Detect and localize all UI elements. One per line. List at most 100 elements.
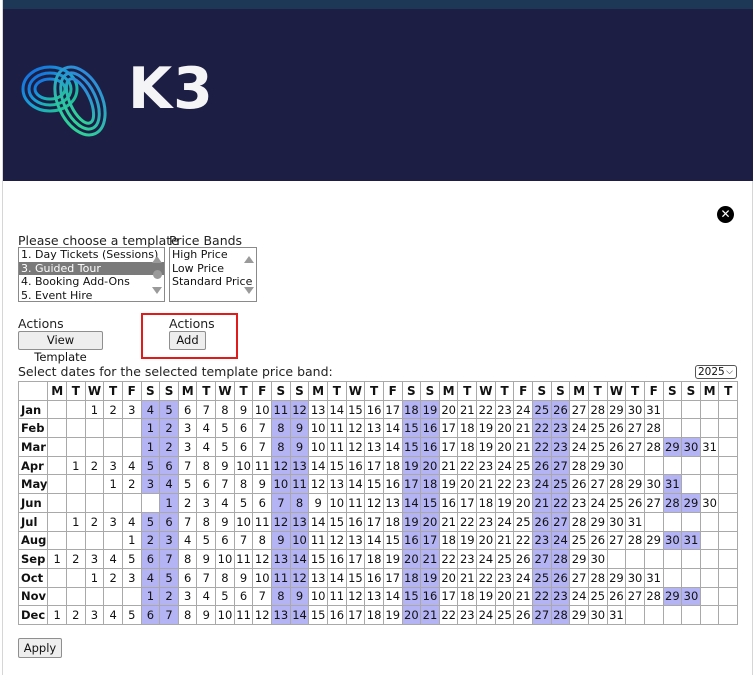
day-cell[interactable]: 20	[401, 605, 422, 625]
day-cell[interactable]: 8	[196, 455, 217, 476]
day-cell[interactable]: 9	[308, 493, 328, 513]
day-cell[interactable]: 22	[532, 586, 552, 607]
day-cell[interactable]: 29	[681, 493, 701, 513]
day-cell[interactable]: 12	[345, 586, 366, 607]
day-cell[interactable]: 23	[494, 567, 515, 588]
day-cell[interactable]: 18	[457, 437, 478, 457]
day-cell[interactable]: 7	[196, 567, 217, 588]
day-cell[interactable]: 11	[345, 493, 366, 513]
day-cell[interactable]: 20	[494, 437, 515, 457]
day-cell[interactable]: 19	[476, 418, 496, 439]
day-cell[interactable]: 21	[420, 549, 440, 569]
day-cell[interactable]: 5	[196, 530, 217, 551]
day-cell[interactable]: 14	[289, 605, 310, 625]
day-cell[interactable]: 26	[513, 549, 534, 569]
scroll-up-icon[interactable]	[152, 256, 162, 263]
day-cell[interactable]: 19	[457, 530, 478, 551]
view-template-button[interactable]: View Template	[18, 331, 103, 364]
day-cell[interactable]: 31	[681, 530, 701, 551]
day-cell[interactable]: 12	[289, 399, 310, 420]
day-cell[interactable]: 22	[457, 511, 478, 532]
day-cell[interactable]: 26	[550, 399, 571, 420]
day-cell[interactable]: 8	[196, 511, 217, 532]
day-cell[interactable]: 27	[532, 549, 552, 569]
day-cell[interactable]: 16	[382, 474, 403, 495]
day-cell[interactable]: 30	[606, 455, 627, 476]
day-cell[interactable]: 1	[121, 530, 142, 551]
day-cell[interactable]: 22	[532, 437, 552, 457]
day-cell[interactable]: 3	[84, 605, 105, 625]
day-cell[interactable]: 11	[233, 605, 254, 625]
day-cell[interactable]: 30	[681, 437, 701, 457]
day-cell[interactable]: 23	[569, 493, 589, 513]
day-cell[interactable]: 1	[47, 605, 67, 625]
day-cell[interactable]: 31	[699, 437, 720, 457]
day-cell[interactable]: 17	[438, 586, 459, 607]
day-cell[interactable]: 28	[662, 493, 683, 513]
day-cell[interactable]: 17	[364, 511, 384, 532]
add-button[interactable]: Add	[169, 331, 206, 350]
day-cell[interactable]: 29	[662, 437, 683, 457]
day-cell[interactable]: 12	[308, 474, 328, 495]
day-cell[interactable]: 6	[140, 605, 161, 625]
day-cell[interactable]: 7	[177, 455, 198, 476]
day-cell[interactable]: 28	[550, 605, 571, 625]
day-cell[interactable]: 23	[532, 530, 552, 551]
day-cell[interactable]: 7	[252, 418, 273, 439]
template-listbox[interactable]: 1. Day Tickets (Sessions) 3. Guided Tour 4…	[18, 247, 165, 302]
day-cell[interactable]: 4	[215, 493, 235, 513]
day-cell[interactable]: 21	[420, 605, 440, 625]
day-cell[interactable]: 21	[457, 399, 478, 420]
day-cell[interactable]: 14	[326, 567, 347, 588]
day-cell[interactable]: 21	[532, 493, 552, 513]
day-cell[interactable]: 3	[177, 437, 198, 457]
price-bands-scrollbar[interactable]	[242, 248, 256, 301]
day-cell[interactable]: 18	[420, 474, 440, 495]
day-cell[interactable]: 12	[271, 455, 291, 476]
day-cell[interactable]: 28	[643, 586, 664, 607]
day-cell[interactable]: 2	[159, 586, 179, 607]
day-cell[interactable]: 21	[438, 511, 459, 532]
day-cell[interactable]: 24	[494, 511, 515, 532]
day-cell[interactable]: 28	[643, 437, 664, 457]
day-cell[interactable]: 16	[401, 530, 422, 551]
day-cell[interactable]: 29	[606, 399, 627, 420]
day-cell[interactable]: 5	[215, 418, 235, 439]
day-cell[interactable]: 10	[215, 549, 235, 569]
day-cell[interactable]: 29	[569, 605, 589, 625]
day-cell[interactable]: 9	[215, 455, 235, 476]
day-cell[interactable]: 5	[233, 493, 254, 513]
day-cell[interactable]: 15	[326, 455, 347, 476]
day-cell[interactable]: 10	[252, 399, 273, 420]
template-option[interactable]: 4. Booking Add-Ons	[19, 275, 164, 289]
day-cell[interactable]: 19	[476, 586, 496, 607]
day-cell[interactable]: 3	[121, 399, 142, 420]
day-cell[interactable]: 25	[587, 586, 608, 607]
day-cell[interactable]: 9	[271, 530, 291, 551]
day-cell[interactable]: 7	[252, 437, 273, 457]
day-cell[interactable]: 29	[606, 567, 627, 588]
day-cell[interactable]: 21	[513, 586, 534, 607]
day-cell[interactable]: 18	[401, 567, 422, 588]
day-cell[interactable]: 24	[550, 530, 571, 551]
day-cell[interactable]: 30	[625, 399, 645, 420]
day-cell[interactable]: 31	[662, 474, 683, 495]
day-cell[interactable]: 24	[513, 399, 534, 420]
day-cell[interactable]: 20	[457, 474, 478, 495]
price-bands-listbox[interactable]: High Price Low Price Standard Price	[169, 247, 257, 302]
day-cell[interactable]: 9	[289, 437, 310, 457]
day-cell[interactable]: 28	[587, 567, 608, 588]
day-cell[interactable]: 27	[625, 437, 645, 457]
day-cell[interactable]: 13	[271, 549, 291, 569]
day-cell[interactable]: 29	[587, 511, 608, 532]
day-cell[interactable]: 6	[159, 455, 179, 476]
day-cell[interactable]: 24	[513, 567, 534, 588]
day-cell[interactable]: 28	[569, 455, 589, 476]
day-cell[interactable]: 8	[233, 474, 254, 495]
day-cell[interactable]: 19	[401, 455, 422, 476]
day-cell[interactable]: 17	[401, 474, 422, 495]
day-cell[interactable]: 27	[532, 605, 552, 625]
day-cell[interactable]: 7	[271, 493, 291, 513]
day-cell[interactable]: 4	[159, 474, 179, 495]
day-cell[interactable]: 5	[121, 605, 142, 625]
